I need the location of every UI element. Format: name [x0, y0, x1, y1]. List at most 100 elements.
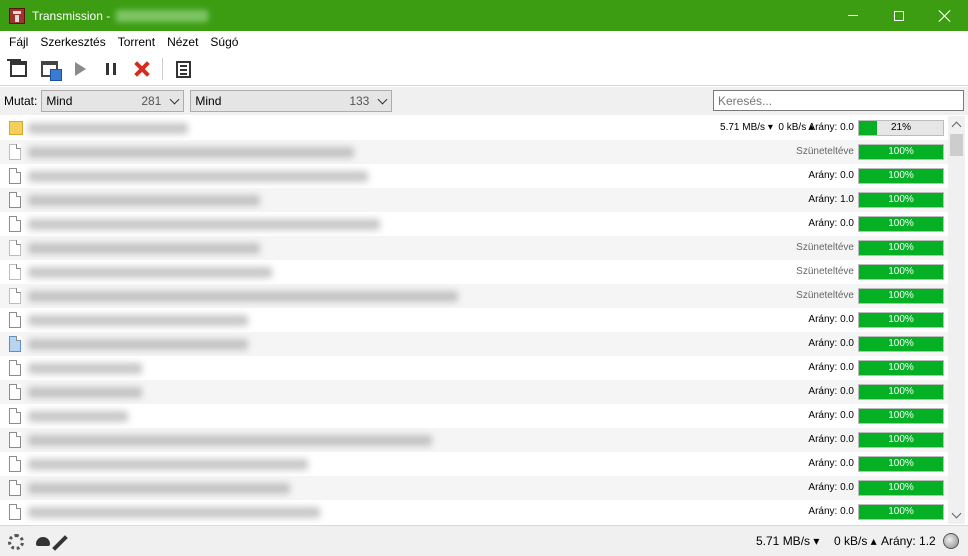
progress-bar: 100%	[858, 432, 944, 448]
remove-button[interactable]	[129, 56, 155, 82]
torrent-name-redacted	[28, 483, 290, 494]
open-torrent-button[interactable]	[5, 56, 31, 82]
filter-label: Mutat:	[4, 94, 38, 108]
progress-text: 100%	[888, 242, 914, 253]
torrent-row[interactable]: Szüneteltéve 100%	[0, 140, 948, 164]
torrent-row[interactable]: Arány: 0.0 100%	[0, 212, 948, 236]
menu-torrent[interactable]: Torrent	[112, 31, 161, 53]
file-icon	[9, 144, 21, 160]
menu-help[interactable]: Súgó	[204, 31, 244, 53]
progress-text: 100%	[888, 482, 914, 493]
gear-icon[interactable]	[8, 534, 24, 550]
progress-text: 100%	[888, 434, 914, 445]
torrent-row[interactable]: 5.71 MB/s ▾ 0 kB/s ▴ Arány: 0.0 21%	[0, 116, 948, 140]
progress-bar: 100%	[858, 288, 944, 304]
turtle-icon[interactable]	[36, 537, 50, 546]
total-ratio[interactable]: Arány: 1.2	[881, 526, 936, 556]
torrent-status: Arány: 0.0	[808, 218, 854, 229]
file-icon	[9, 312, 21, 328]
progress-text: 100%	[888, 362, 914, 373]
torrent-row[interactable]: Arány: 0.0 100%	[0, 500, 948, 524]
progress-bar: 100%	[858, 240, 944, 256]
torrent-name-redacted	[28, 363, 142, 374]
torrent-name-redacted	[28, 195, 260, 206]
progress-text: 100%	[888, 218, 914, 229]
pause-button[interactable]	[98, 56, 124, 82]
progress-bar: 21%	[858, 120, 944, 136]
status-filter-combo[interactable]: Mind 281	[41, 90, 185, 112]
plug-icon[interactable]	[52, 535, 68, 551]
tracker-filter-combo[interactable]: Mind 133	[190, 90, 393, 112]
torrent-name-redacted	[28, 267, 272, 278]
torrent-row[interactable]: Arány: 1.0 100%	[0, 188, 948, 212]
torrent-row[interactable]: Szüneteltéve 100%	[0, 260, 948, 284]
file-icon	[9, 384, 21, 400]
maximize-icon	[894, 10, 904, 21]
list-scrollbar[interactable]	[948, 116, 965, 524]
progress-bar: 100%	[858, 336, 944, 352]
torrent-status: Szüneteltéve	[796, 266, 854, 277]
torrent-row[interactable]: Arány: 0.0 100%	[0, 452, 948, 476]
progress-bar: 100%	[858, 144, 944, 160]
maximize-button[interactable]	[876, 0, 922, 31]
torrent-name-redacted	[28, 291, 458, 302]
torrent-status: Szüneteltéve	[796, 242, 854, 253]
open-torrent-icon	[6, 59, 27, 77]
ratio-icon[interactable]	[943, 533, 959, 549]
chevron-down-icon	[377, 94, 388, 105]
scroll-down-button[interactable]	[948, 507, 965, 524]
torrent-row[interactable]: Arány: 0.0 100%	[0, 332, 948, 356]
properties-button[interactable]	[170, 56, 196, 82]
progress-text: 100%	[888, 410, 914, 421]
scroll-thumb[interactable]	[950, 134, 963, 156]
scroll-up-button[interactable]	[948, 116, 965, 133]
torrent-status: Arány: 0.0	[808, 386, 854, 397]
torrent-row[interactable]: Arány: 0.0 100%	[0, 308, 948, 332]
search-input[interactable]	[713, 90, 964, 111]
chevron-down-icon	[169, 94, 180, 105]
progress-text: 100%	[888, 194, 914, 205]
torrent-list[interactable]: 5.71 MB/s ▾ 0 kB/s ▴ Arány: 0.0 21% Szünete…	[0, 116, 948, 524]
status-filter-value: Mind	[46, 94, 73, 108]
file-icon	[9, 240, 21, 256]
progress-text: 100%	[888, 170, 914, 181]
progress-bar: 100%	[858, 168, 944, 184]
torrent-row[interactable]: Arány: 0.0 100%	[0, 356, 948, 380]
close-button[interactable]	[922, 0, 968, 31]
torrent-status: Arány: 0.0	[808, 314, 854, 325]
progress-text: 21%	[890, 122, 911, 133]
progress-text: 100%	[888, 338, 914, 349]
torrent-name-redacted	[28, 507, 320, 518]
torrent-status: Arány: 0.0	[808, 506, 854, 517]
torrent-row[interactable]: Szüneteltéve 100%	[0, 284, 948, 308]
menu-file[interactable]: Fájl	[3, 31, 34, 53]
open-url-button[interactable]	[36, 56, 62, 82]
minimize-button[interactable]	[830, 0, 876, 31]
torrent-row[interactable]: Arány: 0.0 100%	[0, 404, 948, 428]
progress-text: 100%	[888, 506, 914, 517]
torrent-row[interactable]: Arány: 0.0 100%	[0, 476, 948, 500]
progress-bar: 100%	[858, 312, 944, 328]
progress-bar: 100%	[858, 480, 944, 496]
tracker-filter-count: 133	[349, 94, 370, 108]
torrent-row[interactable]: Arány: 0.0 100%	[0, 380, 948, 404]
progress-text: 100%	[888, 266, 914, 277]
menu-edit[interactable]: Szerkesztés	[34, 31, 111, 53]
title-bar: Transmission -	[0, 0, 968, 31]
torrent-row[interactable]: Arány: 0.0 100%	[0, 164, 948, 188]
torrent-row[interactable]: Arány: 0.0 100%	[0, 428, 948, 452]
play-icon	[74, 62, 86, 76]
toolbar-separator	[162, 58, 163, 80]
remove-icon	[135, 62, 149, 76]
torrent-download-speed: 5.71 MB/s ▾	[720, 122, 773, 133]
progress-bar: 100%	[858, 216, 944, 232]
torrent-name-redacted	[28, 459, 308, 470]
tracker-filter-value: Mind	[195, 94, 222, 108]
progress-text: 100%	[888, 386, 914, 397]
file-icon	[9, 264, 21, 280]
torrent-row[interactable]: Szüneteltéve 100%	[0, 236, 948, 260]
torrent-name-redacted	[28, 315, 248, 326]
start-button[interactable]	[67, 56, 93, 82]
torrent-status: Arány: 0.0	[808, 458, 854, 469]
menu-view[interactable]: Nézet	[161, 31, 204, 53]
